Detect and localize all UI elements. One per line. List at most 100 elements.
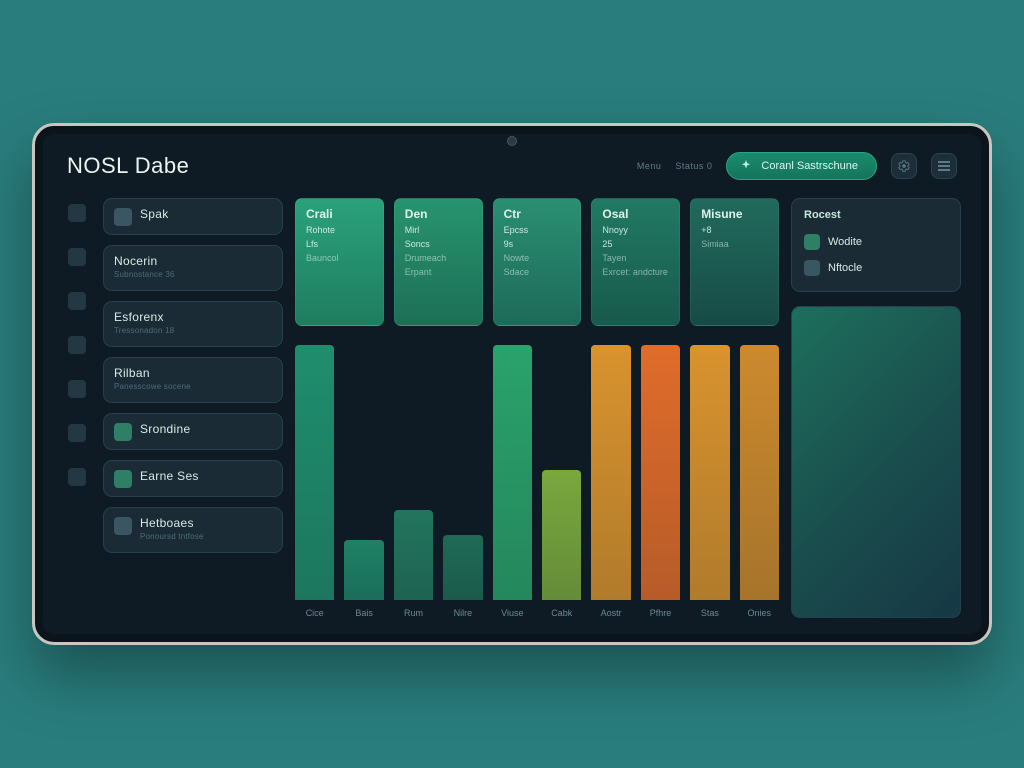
chart-bar[interactable] [591, 345, 630, 600]
bar-chart: Cice Bais Rum Nilre Viuse Cabk Aostr Pfhre Stas O… [295, 340, 779, 618]
rail-icon[interactable] [68, 292, 86, 310]
sidebar-item-sub: Panesscowe socene [114, 382, 191, 391]
sidebar-item-sub: Ponoursd tntfose [140, 532, 204, 541]
chart-bar[interactable] [493, 345, 532, 600]
card-line: Soncs [405, 239, 472, 249]
main-area: Crali Rohote Lfs Bauncol Den Mirl Soncs … [295, 198, 779, 618]
sidebar-item-label: Hetboaes [140, 516, 204, 530]
primary-action-pill[interactable]: Coranl Sastrschune [726, 152, 877, 180]
sidebar-item[interactable]: Spak [103, 198, 283, 235]
right-item-label: Wodite [828, 236, 862, 248]
stat-card[interactable]: Den Mirl Soncs Drumeach Erpant [394, 198, 483, 326]
x-tick-label: Bais [344, 608, 383, 618]
sidebar-item-label: Rilban [114, 366, 191, 380]
pill-label: Coranl Sastrschune [761, 160, 858, 172]
card-line: 9s [504, 239, 571, 249]
x-tick-label: Viuse [493, 608, 532, 618]
sidebar-item[interactable]: Rilban Panesscowe socene [103, 357, 283, 403]
rail-icon[interactable] [68, 248, 86, 266]
database-icon [114, 517, 132, 535]
card-title: Crali [306, 207, 373, 221]
x-tick-label: Onies [740, 608, 779, 618]
card-line: Sdace [504, 267, 571, 277]
header-bar: NOSL Dabe Menu Status 0 Coranl Sastrschu… [63, 152, 961, 186]
preview-panel [791, 306, 961, 618]
x-tick-label: Pfhre [641, 608, 680, 618]
stat-card-row: Crali Rohote Lfs Bauncol Den Mirl Soncs … [295, 198, 779, 326]
folder-icon [114, 423, 132, 441]
sidebar-item[interactable]: Srondine [103, 413, 283, 450]
card-line: 25 [602, 239, 669, 249]
sidebar-item-label: Esforenx [114, 310, 174, 324]
card-line: Drumeach [405, 253, 472, 263]
sparkle-icon [739, 159, 753, 173]
card-line: +8 [701, 225, 768, 235]
sidebar-item-sub: Subnostance 36 [114, 270, 175, 279]
chart-bar[interactable] [740, 345, 779, 600]
card-line: Nowte [504, 253, 571, 263]
gear-icon [897, 159, 911, 173]
chart-bar[interactable] [690, 345, 729, 600]
card-title: Den [405, 207, 472, 221]
right-item-label: Nftocle [828, 262, 862, 274]
app-title: NOSL Dabe [67, 153, 189, 179]
header-hint: Menu [637, 161, 662, 171]
x-tick-label: Nilre [443, 608, 482, 618]
card-line: Erpant [405, 267, 472, 277]
card-title: Ctr [504, 207, 571, 221]
stat-card[interactable]: Ctr Epcss 9s Nowte Sdace [493, 198, 582, 326]
rail-icon[interactable] [68, 380, 86, 398]
x-tick-label: Rum [394, 608, 433, 618]
header-status-small: Status 0 [675, 161, 712, 171]
rail-icon[interactable] [68, 468, 86, 486]
camera-dot [507, 136, 517, 146]
doc-icon [804, 234, 820, 250]
rail-icon[interactable] [68, 204, 86, 222]
card-line: Epcss [504, 225, 571, 235]
card-line: Rohote [306, 225, 373, 235]
sidebar-item[interactable]: Nocerin Subnostance 36 [103, 245, 283, 291]
sidebar-item-label: Spak [140, 207, 169, 221]
card-title: Osal [602, 207, 669, 221]
sidebar-item-label: Srondine [140, 422, 190, 436]
icon-rail [63, 198, 91, 618]
card-line: Lfs [306, 239, 373, 249]
sidebar-item-label: Earne Ses [140, 469, 199, 483]
sidebar: Spak Nocerin Subnostance 36 Esforenx Tre… [103, 198, 283, 618]
chart-bar[interactable] [443, 535, 482, 600]
stat-card[interactable]: Crali Rohote Lfs Bauncol [295, 198, 384, 326]
chart-bar[interactable] [295, 345, 334, 600]
right-panel-item[interactable]: Wodite [804, 229, 948, 255]
sidebar-item[interactable]: Hetboaes Ponoursd tntfose [103, 507, 283, 553]
x-tick-label: Aostr [591, 608, 630, 618]
x-tick-label: Cabk [542, 608, 581, 618]
menu-button[interactable] [931, 153, 957, 179]
settings-button[interactable] [891, 153, 917, 179]
x-tick-label: Cice [295, 608, 334, 618]
sidebar-item[interactable]: Esforenx Tressonadon 18 [103, 301, 283, 347]
rail-icon[interactable] [68, 336, 86, 354]
stat-card[interactable]: Osal Nnoyy 25 Tayen Exrcet: andcture [591, 198, 680, 326]
list-icon [114, 208, 132, 226]
sidebar-item-label: Nocerin [114, 254, 175, 268]
stat-card[interactable]: Misune +8 Simiaa [690, 198, 779, 326]
laptop-frame: NOSL Dabe Menu Status 0 Coranl Sastrschu… [32, 123, 992, 645]
card-line: Tayen [602, 253, 669, 263]
tag-icon [114, 470, 132, 488]
right-panel: Rocest Wodite Nftocle [791, 198, 961, 292]
chart-bar[interactable] [542, 470, 581, 600]
chart-bar[interactable] [641, 345, 680, 600]
rail-icon[interactable] [68, 424, 86, 442]
right-panel-item[interactable]: Nftocle [804, 255, 948, 281]
card-line: Bauncol [306, 253, 373, 263]
card-title: Misune [701, 207, 768, 221]
sidebar-item[interactable]: Earne Ses [103, 460, 283, 497]
chart-x-axis: Cice Bais Rum Nilre Viuse Cabk Aostr Pfhre Stas O… [295, 608, 779, 618]
x-tick-label: Stas [690, 608, 729, 618]
chart-bar[interactable] [344, 540, 383, 600]
card-line: Nnoyy [602, 225, 669, 235]
chart-bar[interactable] [394, 510, 433, 600]
sidebar-item-sub: Tressonadon 18 [114, 326, 174, 335]
app-screen: NOSL Dabe Menu Status 0 Coranl Sastrschu… [63, 152, 961, 618]
card-line: Simiaa [701, 239, 768, 249]
